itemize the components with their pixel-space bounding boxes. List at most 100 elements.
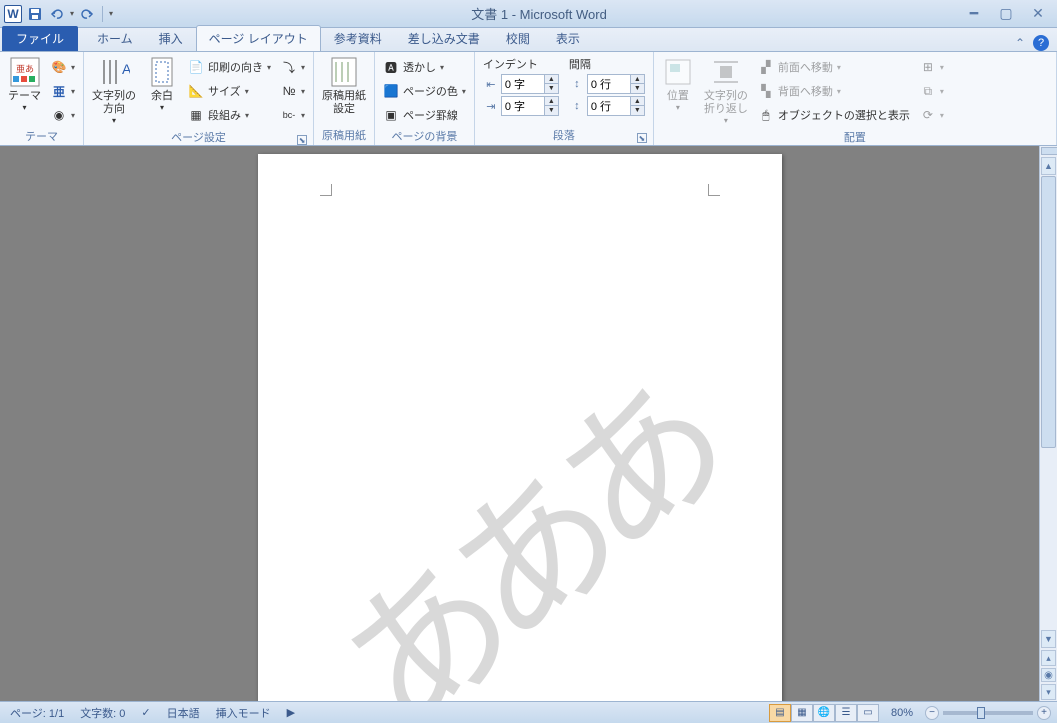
scroll-up-button[interactable]: ▲ [1041, 157, 1056, 175]
watermark-text: あああ [284, 326, 755, 701]
save-button[interactable] [26, 5, 44, 23]
group-manuscript: 原稿用紙 設定 原稿用紙 [314, 52, 375, 145]
watermark-button[interactable]: 🅰透かし▾ [379, 56, 470, 78]
tab-review[interactable]: 校閲 [493, 25, 543, 51]
draft-view[interactable]: ▭ [857, 704, 879, 722]
macro-icon[interactable]: ▶ [283, 706, 299, 719]
hyphenation-button[interactable]: bc-▾ [277, 104, 309, 126]
indent-left-spinner[interactable]: ▲▼ [501, 74, 559, 94]
fullscreen-view[interactable]: ▦ [791, 704, 813, 722]
zoom-thumb[interactable] [977, 707, 985, 719]
theme-colors-button[interactable]: 🎨▾ [47, 56, 79, 78]
position-icon [662, 56, 694, 88]
zoom-slider: − + [925, 706, 1051, 720]
bring-forward-button: ▞前面へ移動▾ [754, 56, 914, 78]
margins-button[interactable]: 余白 ▾ [142, 54, 182, 114]
paragraph-launcher[interactable]: ⬊ [637, 133, 647, 143]
redo-button[interactable] [78, 5, 96, 23]
outline-view[interactable]: ☰ [835, 704, 857, 722]
language-indicator[interactable]: 日本語 [163, 705, 204, 721]
tab-home[interactable]: ホーム [84, 25, 146, 51]
close-button[interactable]: ✕ [1029, 5, 1047, 23]
proofing-icon[interactable]: ✓ [137, 706, 154, 719]
indent-right-spinner[interactable]: ▲▼ [501, 96, 559, 116]
wrap-icon [710, 56, 742, 88]
tab-view[interactable]: 表示 [543, 25, 593, 51]
pagecolor-icon: 🟦 [383, 83, 399, 99]
undo-button[interactable] [48, 5, 66, 23]
tab-insert[interactable]: 挿入 [146, 25, 196, 51]
next-page-button[interactable]: ▾ [1041, 684, 1056, 700]
split-handle[interactable] [1041, 147, 1057, 155]
spin-up[interactable]: ▲ [544, 75, 558, 84]
scroll-track[interactable] [1040, 176, 1057, 629]
print-layout-view[interactable]: ▤ [769, 704, 791, 722]
help-button[interactable]: ? [1033, 35, 1049, 51]
tab-references[interactable]: 参考資料 [321, 25, 395, 51]
group-arrange: 位置 ▾ 文字列の 折り返し ▾ ▞前面へ移動▾ ▚背面へ移動▾ 🖱オブジェクト… [654, 52, 1057, 145]
fonts-icon: 亜 [51, 83, 67, 99]
document-page[interactable]: あああ [258, 154, 782, 701]
forward-icon: ▞ [758, 59, 774, 75]
scroll-thumb[interactable] [1041, 176, 1056, 448]
spin-down[interactable]: ▼ [630, 106, 644, 115]
pagesetup-launcher[interactable]: ⬊ [297, 135, 307, 145]
breaks-button[interactable]: ⤵▾ [277, 56, 309, 78]
backward-icon: ▚ [758, 83, 774, 99]
rotate-icon: ⟳ [920, 107, 936, 123]
group-pagesetup: A 文字列の 方向 ▾ 余白 ▾ 📄印刷の向き▾ 📐サイズ▾ ▦段組み▾ ⤵▾ … [84, 52, 314, 145]
pageborders-button[interactable]: ▣ページ罫線 [379, 104, 470, 126]
theme-effects-button[interactable]: ◉▾ [47, 104, 79, 126]
web-view[interactable]: 🌐 [813, 704, 835, 722]
vertical-scrollbar[interactable]: ▲ ▼ ▴ ◉ ▾ [1039, 146, 1057, 701]
prev-page-button[interactable]: ▴ [1041, 650, 1056, 666]
orientation-icon: 📄 [188, 59, 204, 75]
spin-up[interactable]: ▲ [630, 75, 644, 84]
spin-up[interactable]: ▲ [630, 97, 644, 106]
window-title: 文書 1 - Microsoft Word [113, 4, 965, 23]
zoom-out-button[interactable]: − [925, 706, 939, 720]
tab-pagelayout[interactable]: ページ レイアウト [196, 25, 321, 51]
linenumbers-icon: № [281, 83, 297, 99]
spin-up[interactable]: ▲ [544, 97, 558, 106]
zoom-level[interactable]: 80% [887, 707, 917, 719]
themes-button[interactable]: 亜あ テーマ ▾ [4, 54, 45, 114]
ribbon-minimize-icon[interactable]: ⌃ [1015, 36, 1025, 50]
send-backward-button: ▚背面へ移動▾ [754, 80, 914, 102]
spin-down[interactable]: ▼ [544, 84, 558, 93]
group-pagebg: 🅰透かし▾ 🟦ページの色▾ ▣ページ罫線 ページの背景 [375, 52, 475, 145]
zoom-in-button[interactable]: + [1037, 706, 1051, 720]
space-after-icon: ↕ [569, 98, 585, 114]
browse-object-button[interactable]: ◉ [1041, 668, 1056, 682]
breaks-icon: ⤵ [281, 59, 297, 75]
insert-mode[interactable]: 挿入モード [212, 705, 275, 721]
line-numbers-button[interactable]: №▾ [277, 80, 309, 102]
undo-dropdown[interactable]: ▾ [70, 9, 74, 18]
margin-mark-tl [320, 184, 332, 196]
spin-down[interactable]: ▼ [630, 84, 644, 93]
size-button[interactable]: 📐サイズ▾ [184, 80, 275, 102]
columns-button[interactable]: ▦段組み▾ [184, 104, 275, 126]
scroll-down-button[interactable]: ▼ [1041, 630, 1056, 648]
page-indicator[interactable]: ページ: 1/1 [6, 705, 68, 721]
space-after-spinner[interactable]: ▲▼ [587, 96, 645, 116]
minimize-button[interactable]: ━ [965, 5, 983, 23]
document-scroll[interactable]: あああ [0, 146, 1039, 701]
spin-down[interactable]: ▼ [544, 106, 558, 115]
pagecolor-button[interactable]: 🟦ページの色▾ [379, 80, 470, 102]
selection-pane-button[interactable]: 🖱オブジェクトの選択と表示 [754, 104, 914, 126]
zoom-track[interactable] [943, 711, 1033, 715]
word-count[interactable]: 文字数: 0 [76, 705, 129, 721]
orientation-button[interactable]: 📄印刷の向き▾ [184, 56, 275, 78]
word-app-icon[interactable]: W [4, 5, 22, 23]
space-before-spinner[interactable]: ▲▼ [587, 74, 645, 94]
group-themes: 亜あ テーマ ▾ 🎨▾ 亜▾ ◉▾ テーマ [0, 52, 84, 145]
tab-file[interactable]: ファイル [2, 26, 78, 51]
watermark-icon: 🅰 [383, 59, 399, 75]
text-direction-button[interactable]: A 文字列の 方向 ▾ [88, 54, 140, 127]
manuscript-button[interactable]: 原稿用紙 設定 [318, 54, 370, 118]
maximize-button[interactable]: ▢ [997, 5, 1015, 23]
theme-fonts-button[interactable]: 亜▾ [47, 80, 79, 102]
tab-mailings[interactable]: 差し込み文書 [395, 25, 493, 51]
align-icon: ⊞ [920, 59, 936, 75]
